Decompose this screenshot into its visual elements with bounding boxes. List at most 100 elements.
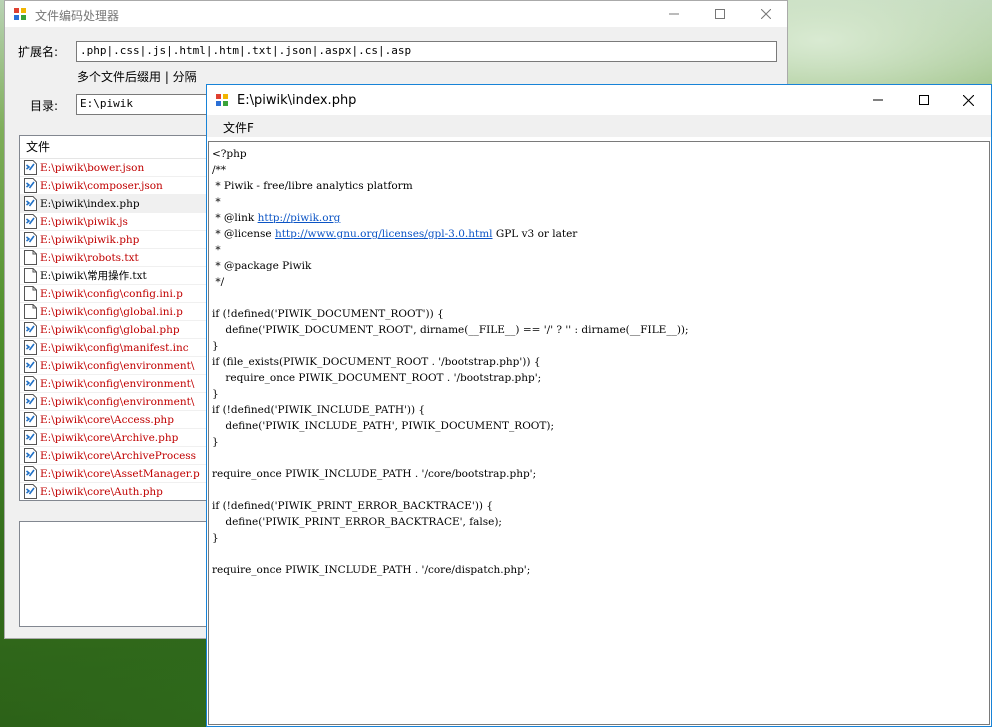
file-path: E:\piwik\config\environment\ [40, 395, 195, 408]
file-list-row[interactable]: E:\piwik\bower.json [20, 159, 223, 177]
code-text: if (file_exists(PIWIK_DOCUMENT_ROOT . '/… [212, 356, 541, 368]
file-list-row[interactable]: E:\piwik\composer.json [20, 177, 223, 195]
code-text-after: GPL v3 or later [492, 228, 578, 240]
file-list-row[interactable]: E:\piwik\config\environment\ [20, 375, 223, 393]
file-list-header[interactable]: 文件 [20, 136, 223, 159]
extension-input[interactable]: .php|.css|.js|.html|.htm|.txt|.json|.asp… [76, 41, 777, 62]
file-list-row[interactable]: E:\piwik\index.php [20, 195, 223, 213]
code-line: require_once PIWIK_INCLUDE_PATH . '/core… [212, 466, 986, 482]
code-text: * [212, 244, 221, 256]
menu-file[interactable]: 文件F [223, 119, 254, 136]
file-path: E:\piwik\config\config.ini.p [40, 287, 183, 300]
code-text: <?php [212, 148, 247, 160]
file-path: E:\piwik\core\Auth.php [40, 485, 163, 498]
file-list-row[interactable]: E:\piwik\piwik.php [20, 231, 223, 249]
code-line: require_once PIWIK_INCLUDE_PATH . '/core… [212, 562, 986, 578]
log-output-box[interactable] [19, 521, 224, 627]
code-text: } [212, 532, 219, 544]
code-line: } [212, 530, 986, 546]
code-link[interactable]: http://piwik.org [258, 212, 341, 224]
code-line: * @link http://piwik.org [212, 210, 986, 226]
file-path: E:\piwik\常用操作.txt [40, 270, 147, 282]
file-list-row[interactable]: E:\piwik\config\manifest.inc [20, 339, 223, 357]
file-list-row[interactable]: E:\piwik\config\global.ini.p [20, 303, 223, 321]
file-path: E:\piwik\composer.json [40, 179, 163, 192]
editor-titlebar[interactable]: E:\piwik\index.php [207, 85, 991, 115]
code-line: * Piwik - free/libre analytics platform [212, 178, 986, 194]
code-text: define('PIWIK_INCLUDE_PATH', PIWIK_DOCUM… [212, 420, 555, 432]
vscode-file-icon [24, 178, 37, 193]
code-line: define('PIWIK_PRINT_ERROR_BACKTRACE', fa… [212, 514, 986, 530]
code-text: */ [212, 276, 225, 288]
file-list[interactable]: 文件 E:\piwik\bower.json E:\piwik\composer.… [19, 135, 224, 501]
vscode-file-icon [24, 358, 37, 373]
vscode-file-icon [24, 394, 37, 409]
extension-label: 扩展名: [18, 45, 59, 59]
file-path: E:\piwik\config\global.ini.p [40, 305, 183, 318]
code-editor[interactable]: <?php /** * Piwik - free/libre analytics … [208, 141, 990, 725]
code-line: } [212, 434, 986, 450]
maximize-button[interactable] [697, 1, 743, 27]
code-text: /** [212, 164, 227, 176]
code-line: * @license http://www.gnu.org/licenses/g… [212, 226, 986, 242]
file-list-row[interactable]: E:\piwik\core\Archive.php [20, 429, 223, 447]
file-list-row[interactable]: E:\piwik\config\environment\ [20, 357, 223, 375]
close-icon [761, 9, 771, 19]
file-path: E:\piwik\core\Access.php [40, 413, 174, 426]
editor-close-button[interactable] [945, 85, 991, 115]
file-list-row[interactable]: E:\piwik\config\global.php [20, 321, 223, 339]
maximize-icon [919, 95, 929, 105]
file-list-row[interactable]: E:\piwik\config\config.ini.p [20, 285, 223, 303]
code-link[interactable]: http://www.gnu.org/licenses/gpl-3.0.html [275, 228, 493, 240]
code-line: if (!defined('PIWIK_DOCUMENT_ROOT')) { [212, 306, 986, 322]
file-list-row[interactable]: E:\piwik\core\Access.php [20, 411, 223, 429]
code-line: <?php [212, 146, 986, 162]
file-list-row[interactable]: E:\piwik\常用操作.txt [20, 267, 223, 285]
file-list-row[interactable]: E:\piwik\core\Auth.php [20, 483, 223, 500]
code-line: * [212, 194, 986, 210]
code-line: } [212, 338, 986, 354]
main-window-title: 文件编码处理器 [35, 9, 120, 23]
editor-maximize-button[interactable] [901, 85, 947, 115]
close-button[interactable] [743, 1, 789, 27]
text-file-icon [24, 250, 37, 265]
vscode-file-icon [24, 322, 37, 337]
app-icon [13, 7, 27, 21]
file-list-row[interactable]: E:\piwik\config\environment\ [20, 393, 223, 411]
file-list-row[interactable]: E:\piwik\core\ArchiveProcess [20, 447, 223, 465]
file-list-row[interactable]: E:\piwik\piwik.js [20, 213, 223, 231]
vscode-file-icon [24, 430, 37, 445]
vscode-file-icon [24, 448, 37, 463]
code-line: require_once PIWIK_DOCUMENT_ROOT . '/boo… [212, 370, 986, 386]
code-line: if (!defined('PIWIK_PRINT_ERROR_BACKTRAC… [212, 498, 986, 514]
code-line: define('PIWIK_DOCUMENT_ROOT', dirname(__… [212, 322, 986, 338]
app-icon [215, 93, 229, 107]
code-line: * @package Piwik [212, 258, 986, 274]
file-path: E:\piwik\bower.json [40, 161, 145, 174]
code-text: define('PIWIK_DOCUMENT_ROOT', dirname(__… [212, 324, 689, 336]
file-path: E:\piwik\index.php [40, 197, 140, 210]
file-list-row[interactable]: E:\piwik\robots.txt [20, 249, 223, 267]
code-line: if (!defined('PIWIK_INCLUDE_PATH')) { [212, 402, 986, 418]
file-path: E:\piwik\config\environment\ [40, 377, 195, 390]
directory-input[interactable]: E:\piwik [76, 94, 216, 115]
code-text: * @link [212, 212, 258, 224]
maximize-icon [715, 9, 725, 19]
vscode-file-icon [24, 160, 37, 175]
code-text: if (!defined('PIWIK_PRINT_ERROR_BACKTRAC… [212, 500, 494, 512]
text-file-icon [24, 286, 37, 301]
file-path: E:\piwik\config\manifest.inc [40, 341, 189, 354]
file-list-row[interactable]: E:\piwik\core\AssetManager.p [20, 465, 223, 483]
file-path: E:\piwik\robots.txt [40, 251, 139, 264]
editor-window: E:\piwik\index.php 文件F <?php /** * Piwik … [206, 84, 992, 727]
code-text: * [212, 196, 221, 208]
minimize-button[interactable] [651, 1, 697, 27]
editor-minimize-button[interactable] [855, 85, 901, 115]
main-titlebar[interactable]: 文件编码处理器 [5, 1, 787, 27]
vscode-file-icon [24, 232, 37, 247]
code-line: */ [212, 274, 986, 290]
